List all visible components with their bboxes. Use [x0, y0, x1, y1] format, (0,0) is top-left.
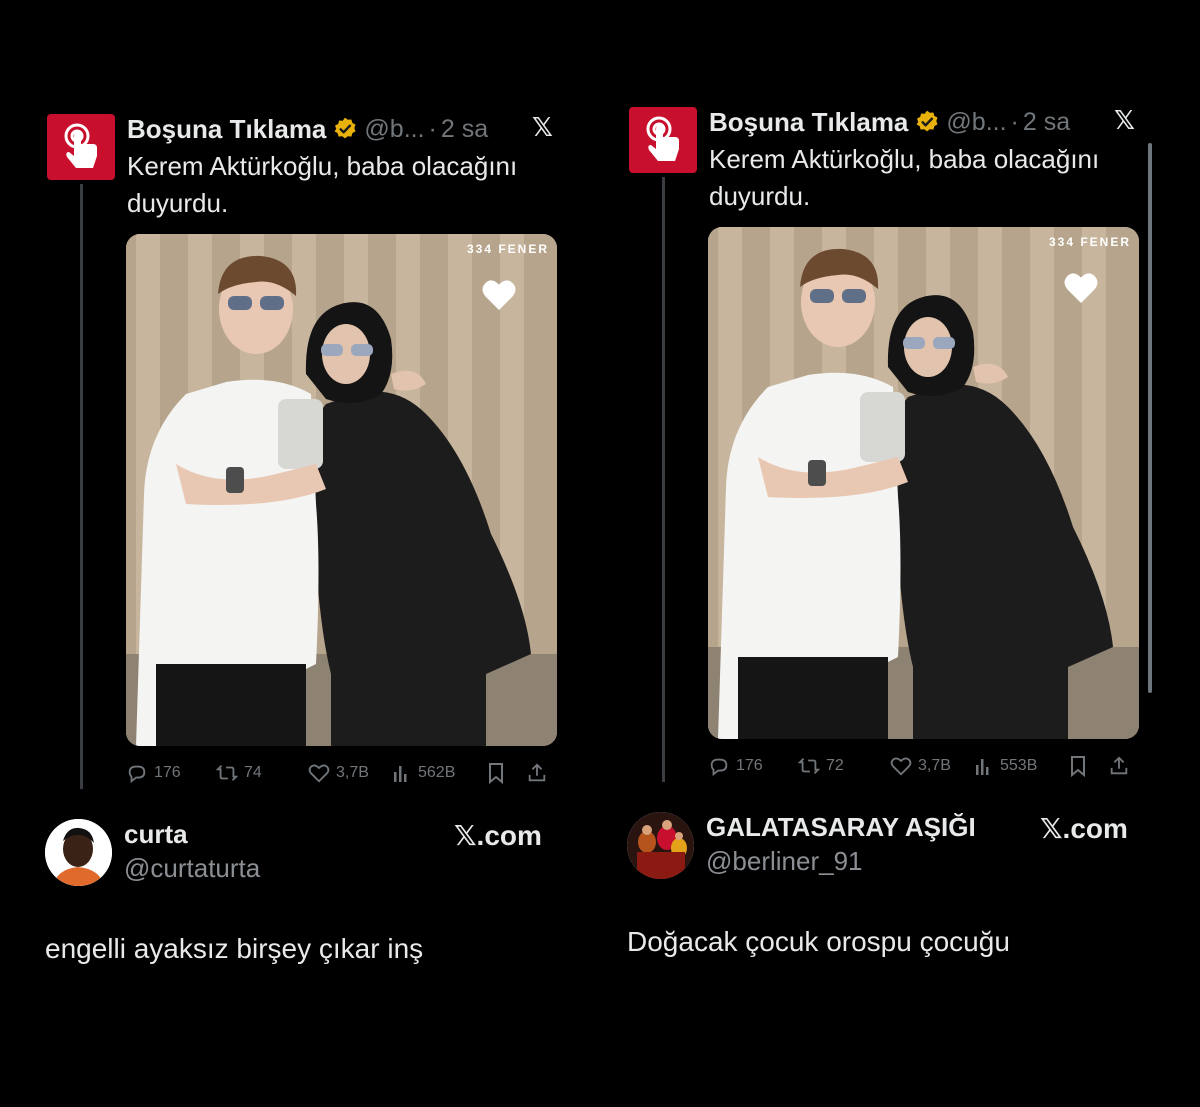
- like-count: 3,7B: [918, 757, 951, 774]
- tweet-media-photo[interactable]: 334 FENER: [708, 227, 1139, 739]
- x-com-label: 𝕏.com: [454, 820, 542, 851]
- heart-icon[interactable]: [1063, 271, 1099, 305]
- share-button[interactable]: [1108, 755, 1130, 777]
- reply-icon: [710, 758, 728, 777]
- tweet-header: Boşuna Tıklama @b... · 2 sa: [709, 107, 1070, 137]
- views-button[interactable]: 562B: [392, 762, 486, 784]
- tweet-author-name[interactable]: Boşuna Tıklama: [709, 107, 908, 138]
- tweet-avatar[interactable]: [47, 114, 115, 180]
- retweet-icon: [798, 758, 820, 774]
- like-count: 3,7B: [336, 764, 369, 781]
- retweet-icon: [216, 765, 238, 781]
- tweet-time[interactable]: 2 sa: [441, 115, 488, 144]
- like-icon: [890, 757, 912, 776]
- views-count: 553B: [1000, 757, 1038, 774]
- tweet-media-photo[interactable]: 334 FENER: [126, 234, 557, 746]
- x-com-label: 𝕏.com: [1040, 813, 1128, 844]
- x-logo-icon[interactable]: 𝕏: [532, 112, 553, 143]
- bookmark-icon: [489, 763, 503, 784]
- verified-badge-icon: [332, 116, 358, 142]
- reply-count: 176: [736, 757, 763, 774]
- share-icon: [1110, 756, 1128, 775]
- tweet-actions: 176 72 3,7B 553B: [708, 751, 1138, 781]
- bookmark-button[interactable]: [1068, 755, 1108, 777]
- tweet-author-name[interactable]: Boşuna Tıklama: [127, 114, 326, 145]
- tweet-author-handle[interactable]: @b...: [364, 115, 424, 144]
- card-avatar[interactable]: [45, 819, 112, 886]
- thread-line: [80, 184, 83, 789]
- views-icon: [394, 766, 407, 782]
- like-button[interactable]: 3,7B: [308, 762, 392, 784]
- bookmark-button[interactable]: [486, 762, 526, 784]
- tweet-text: Kerem Aktürkoğlu, baba olacağını duyurdu…: [127, 151, 518, 218]
- like-button[interactable]: 3,7B: [890, 755, 974, 777]
- card-user-name[interactable]: curta: [124, 819, 188, 850]
- retweet-count: 74: [244, 764, 262, 781]
- tweet-avatar[interactable]: [629, 107, 697, 173]
- share-icon: [528, 763, 546, 782]
- card-user-name[interactable]: GALATASARAY AŞIĞI: [706, 812, 976, 843]
- x-logo-icon[interactable]: 𝕏: [1114, 105, 1135, 136]
- reply-button[interactable]: 176: [126, 762, 216, 784]
- reply-count: 176: [154, 764, 181, 781]
- views-icon: [976, 759, 989, 775]
- retweet-button[interactable]: 74: [216, 762, 308, 784]
- reply-button[interactable]: 176: [708, 755, 798, 777]
- scrollbar[interactable]: [1148, 143, 1152, 693]
- tweet-author-handle[interactable]: @b...: [946, 108, 1006, 137]
- screenshot-panel-right: Boşuna Tıklama @b... · 2 sa 𝕏 Kerem Aktü…: [622, 101, 1182, 1061]
- time-separator: ·: [1010, 107, 1019, 136]
- views-count: 562B: [418, 764, 456, 781]
- reply-icon: [128, 765, 146, 784]
- heart-icon[interactable]: [481, 278, 517, 312]
- share-button[interactable]: [526, 762, 548, 784]
- retweet-count: 72: [826, 757, 844, 774]
- pointing-hand-icon: [64, 123, 97, 168]
- card-avatar[interactable]: [627, 812, 694, 879]
- media-watermark: 334 FENER: [466, 242, 549, 256]
- card-user-handle[interactable]: @berliner_91: [706, 846, 862, 877]
- comment-text: engelli ayaksız birşey çıkar inş: [45, 933, 424, 964]
- like-icon: [308, 764, 330, 783]
- verified-badge-icon: [914, 109, 940, 135]
- media-watermark: 334 FENER: [1048, 235, 1131, 249]
- tweet-header: Boşuna Tıklama @b... · 2 sa: [127, 114, 488, 144]
- thread-line: [662, 177, 665, 782]
- comment-text: Doğacak çocuk orospu çocuğu: [627, 926, 1010, 957]
- pointing-hand-icon: [646, 116, 679, 161]
- screenshot-panel-left: Boşuna Tıklama @b... · 2 sa 𝕏 Kerem Aktü…: [40, 108, 600, 1068]
- tweet-time[interactable]: 2 sa: [1023, 108, 1070, 137]
- tweet-text: Kerem Aktürkoğlu, baba olacağını duyurdu…: [709, 144, 1100, 211]
- tweet-actions: 176 74 3,7B 562B: [126, 758, 556, 788]
- views-button[interactable]: 553B: [974, 755, 1068, 777]
- card-user-handle[interactable]: @curtaturta: [124, 853, 260, 884]
- time-separator: ·: [428, 114, 437, 143]
- retweet-button[interactable]: 72: [798, 755, 890, 777]
- bookmark-icon: [1071, 756, 1085, 777]
